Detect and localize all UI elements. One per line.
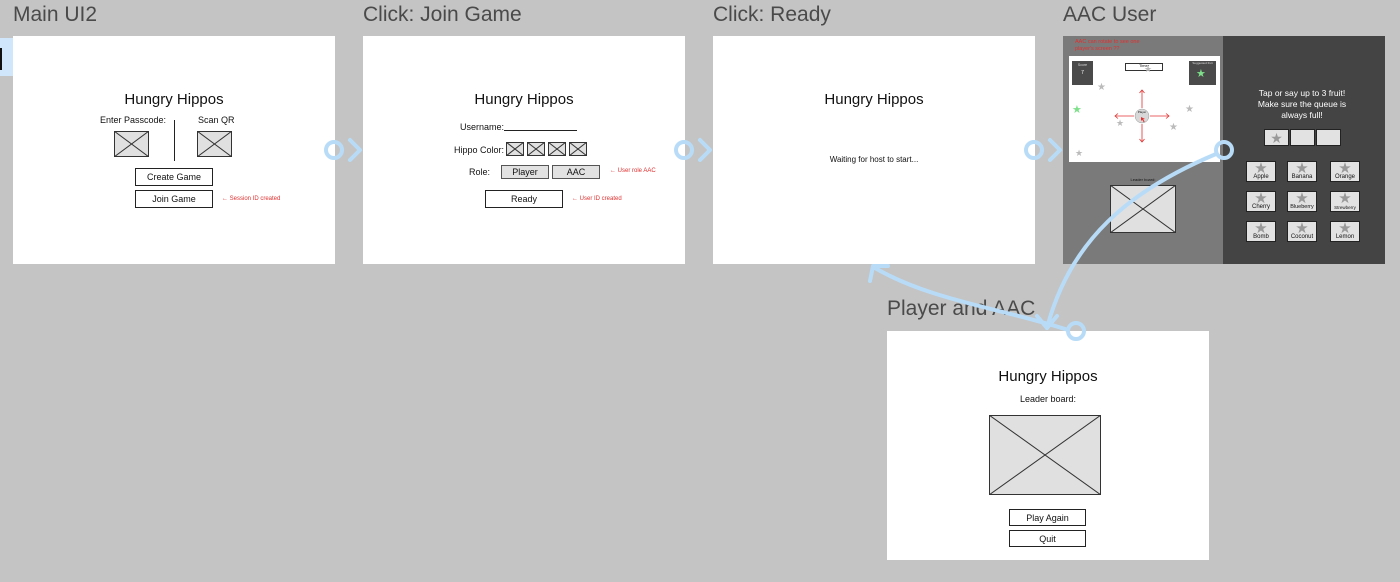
fruit-button-cherry[interactable]: ★ Cherry [1246,191,1276,212]
fruit-button-lemon[interactable]: ★ Lemon [1330,221,1360,242]
app-title: Hungry Hippos [124,91,224,108]
queue-slot-1[interactable]: ★ [1264,129,1289,146]
frame-aac[interactable]: AAC can rotate to see one player's scree… [1063,36,1385,264]
app-title: Hungry Hippos [474,91,574,108]
frame-title-join[interactable]: Click: Join Game [363,3,522,27]
role-label: Role: [469,167,491,177]
app-title: Hungry Hippos [998,368,1098,385]
fruit-button-coconut[interactable]: ★ Coconut [1287,221,1317,242]
selection-marker-line [0,48,2,70]
score-label: Score [1077,63,1088,67]
fruit-button-bomb[interactable]: ★ Bomb [1246,221,1276,242]
frame-title-ready[interactable]: Click: Ready [713,3,831,27]
fruit-button-banana[interactable]: ★ Banana [1287,161,1317,182]
star-icon: ★ [1097,82,1106,93]
ready-button[interactable]: Ready [485,190,563,208]
fruit-label: Blueberry [1290,204,1314,210]
suggested-fruit-label: Suggested fruit [1192,61,1213,65]
join-game-button[interactable]: Join Game [135,190,213,208]
fruit-label: Cherry [1251,204,1270,210]
star-icon: ★ [1196,68,1206,80]
passcode-label: Enter Passcode: [100,115,167,125]
leaderboard-label: Leader board: [1019,394,1077,404]
frame-end[interactable]: Hungry Hippos Leader board: Play Again Q… [887,331,1209,560]
rotate-note: AAC can rotate to see one player's scree… [1075,39,1140,52]
waiting-status: Waiting for host to start... [829,155,919,164]
frame-title-end[interactable]: Player and AAC [887,297,1035,321]
role-note: ← User role AAC [610,168,656,174]
fruit-label: Lemon [1335,234,1355,240]
fruit-button-orange[interactable]: ★ Orange [1330,161,1360,182]
player-arrows-icon [1112,88,1172,144]
color-swatch-4[interactable] [569,142,587,156]
queue-slot-2[interactable] [1290,129,1315,146]
qr-placeholder[interactable] [197,131,232,157]
star-icon: ★ [1144,64,1153,74]
star-icon: ★ [1075,148,1084,158]
fruit-label: Bomb [1253,234,1269,240]
fruit-label: Coconut [1290,234,1314,240]
role-aac-button[interactable]: AAC [552,165,600,179]
user-id-note: ← User ID created [572,196,622,202]
scan-qr-label: Scan QR [198,115,235,125]
frame-ready[interactable]: Hungry Hippos Waiting for host to start.… [713,36,1035,264]
player-label: Player [1137,110,1147,114]
passcode-input-placeholder[interactable] [114,131,149,157]
star-icon: ★ [1338,190,1352,207]
frame-title-main[interactable]: Main UI2 [13,3,97,27]
fruit-button-apple[interactable]: ★ Apple [1246,161,1276,182]
frame-join[interactable]: Hungry Hippos Username: Hippo Color: Rol… [363,36,685,264]
star-icon: ★ [1185,104,1194,115]
leaderboard-placeholder [1110,185,1176,233]
username-label: Username: [460,122,505,132]
star-icon: ★ [1072,104,1082,116]
leaderboard-placeholder [989,415,1101,495]
leaderboard-label: Leader board: [1130,177,1156,182]
instructions: Tap or say up to 3 fruit! Make sure the … [1257,88,1347,120]
quit-button[interactable]: Quit [1009,530,1086,547]
username-input[interactable] [504,130,577,131]
color-swatch-1[interactable] [506,142,524,156]
fruit-button-strewberry[interactable]: ★ Strewberry [1330,191,1360,212]
fruit-button-blueberry[interactable]: ★ Blueberry [1287,191,1317,212]
session-note: ← Session ID created [222,196,281,202]
frame-title-aac[interactable]: AAC User [1063,3,1156,27]
role-player-button[interactable]: Player [501,165,549,179]
fruit-label: Banana [1291,174,1313,180]
score-value: 7 [1081,70,1084,76]
fruit-label: Strewberry [1334,205,1356,210]
queue-slot-3[interactable] [1316,129,1341,146]
selection-marker [0,38,14,76]
star-icon: ★ [1270,129,1283,146]
fruit-label: Apple [1253,174,1269,180]
app-title: Hungry Hippos [824,91,924,108]
frame-main[interactable]: Hungry Hippos Enter Passcode: Scan QR Cr… [13,36,335,264]
create-game-button[interactable]: Create Game [135,168,213,186]
color-swatch-2[interactable] [527,142,545,156]
play-again-button[interactable]: Play Again [1009,509,1086,526]
color-swatch-3[interactable] [548,142,566,156]
fruit-label: Orange [1334,174,1355,180]
divider [174,120,175,161]
hippo-color-label: Hippo Color: [454,145,505,155]
